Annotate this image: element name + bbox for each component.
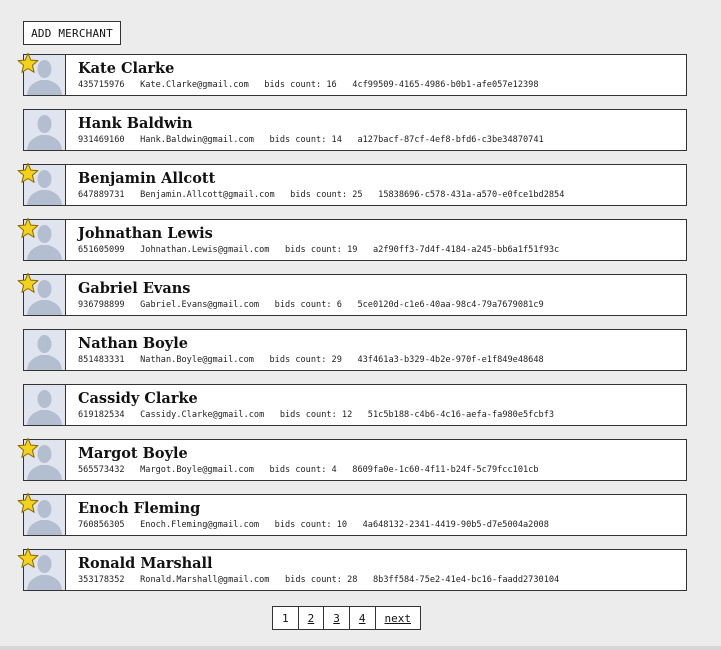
merchant-details: 619182534 Cassidy.Clarke@gmail.com bids … bbox=[78, 410, 554, 420]
merchant-phone: 760856305 bbox=[78, 520, 125, 530]
merchant-card[interactable]: Benjamin Allcott 647889731 Benjamin.Allc… bbox=[17, 162, 687, 206]
merchant-email: Kate.Clarke@gmail.com bbox=[140, 80, 249, 90]
merchant-bids-count: bids count: 12 bbox=[279, 410, 353, 420]
merchant-name: Benjamin Allcott bbox=[78, 170, 216, 187]
merchant-id: 43f461a3-b329-4b2e-970f-e1f849e48648 bbox=[357, 355, 544, 365]
page-4-link[interactable]: 4 bbox=[350, 607, 376, 629]
merchant-id: 8609fa0e-1c60-4f11-b24f-5c79fcc101cb bbox=[352, 465, 539, 475]
page-2-link[interactable]: 2 bbox=[299, 607, 325, 629]
merchant-phone: 619182534 bbox=[78, 410, 125, 420]
merchant-card[interactable]: Kate Clarke 435715976 Kate.Clarke@gmail.… bbox=[17, 52, 687, 96]
merchant-details: 851483331 Nathan.Boyle@gmail.com bids co… bbox=[78, 355, 544, 365]
merchant-details: 760856305 Enoch.Fleming@gmail.com bids c… bbox=[78, 520, 549, 530]
pagination: 1 2 3 4 next bbox=[272, 606, 421, 630]
merchant-card[interactable]: Cassidy Clarke 619182534 Cassidy.Clarke@… bbox=[23, 384, 687, 426]
merchant-phone: 647889731 bbox=[78, 190, 125, 200]
merchant-name: Enoch Fleming bbox=[78, 500, 201, 517]
avatar-placeholder-icon bbox=[24, 385, 66, 425]
merchant-name: Kate Clarke bbox=[78, 60, 175, 77]
merchant-email: Gabriel.Evans@gmail.com bbox=[140, 300, 260, 310]
merchant-card[interactable]: Hank Baldwin 931469160 Hank.Baldwin@gmai… bbox=[23, 109, 687, 151]
merchant-id: 15838696-c578-431a-a570-e0fce1bd2854 bbox=[378, 190, 565, 200]
merchant-details: 647889731 Benjamin.Allcott@gmail.com bid… bbox=[78, 190, 564, 200]
merchant-bids-count: bids count: 4 bbox=[269, 465, 337, 475]
merchant-email: Margot.Boyle@gmail.com bbox=[140, 465, 254, 475]
merchant-card[interactable]: Nathan Boyle 851483331 Nathan.Boyle@gmai… bbox=[23, 329, 687, 371]
favorite-star-icon bbox=[17, 492, 39, 514]
favorite-star-icon bbox=[17, 272, 39, 294]
merchant-id: 8b3ff584-75e2-41e4-bc16-faadd2730104 bbox=[372, 575, 560, 585]
merchant-phone: 851483331 bbox=[78, 355, 125, 365]
merchant-id: 51c5b188-c4b6-4c16-aefa-fa980e5fcbf3 bbox=[367, 410, 555, 420]
merchant-list: Kate Clarke 435715976 Kate.Clarke@gmail.… bbox=[17, 52, 687, 604]
page-1-link[interactable]: 1 bbox=[273, 607, 299, 629]
merchant-bids-count: bids count: 6 bbox=[274, 300, 342, 310]
merchant-email: Enoch.Fleming@gmail.com bbox=[140, 520, 260, 530]
merchant-email: Ronald.Marshall@gmail.com bbox=[140, 575, 270, 585]
merchant-phone: 435715976 bbox=[78, 80, 125, 90]
merchant-email: Cassidy.Clarke@gmail.com bbox=[140, 410, 265, 420]
page-3-link[interactable]: 3 bbox=[324, 607, 350, 629]
merchant-bids-count: bids count: 16 bbox=[264, 80, 337, 90]
merchant-details: 353178352 Ronald.Marshall@gmail.com bids… bbox=[78, 575, 559, 585]
merchant-name: Gabriel Evans bbox=[78, 280, 191, 297]
merchant-id: 5ce0120d-c1e6-40aa-98c4-79a7679081c9 bbox=[357, 300, 544, 310]
merchant-name: Johnathan Lewis bbox=[78, 225, 213, 242]
merchant-bids-count: bids count: 28 bbox=[285, 575, 358, 585]
favorite-star-icon bbox=[17, 437, 39, 459]
merchant-card[interactable]: Margot Boyle 565573432 Margot.Boyle@gmai… bbox=[17, 437, 687, 481]
merchant-name: Hank Baldwin bbox=[78, 115, 193, 132]
merchant-id: 4a648132-2341-4419-90b5-d7e5004a2008 bbox=[362, 520, 549, 530]
avatar-placeholder-icon bbox=[24, 110, 66, 150]
merchant-bids-count: bids count: 25 bbox=[290, 190, 363, 200]
add-merchant-button[interactable]: ADD MERCHANT bbox=[23, 21, 121, 45]
merchant-name: Cassidy Clarke bbox=[78, 390, 198, 407]
merchant-card[interactable]: Ronald Marshall 353178352 Ronald.Marshal… bbox=[17, 547, 687, 591]
merchant-email: Nathan.Boyle@gmail.com bbox=[140, 355, 254, 365]
merchant-details: 931469160 Hank.Baldwin@gmail.com bids co… bbox=[78, 135, 544, 145]
next-page-link[interactable]: next bbox=[376, 607, 421, 629]
merchant-phone: 353178352 bbox=[78, 575, 125, 585]
merchant-bids-count: bids count: 19 bbox=[285, 245, 358, 255]
merchant-phone: 565573432 bbox=[78, 465, 125, 475]
favorite-star-icon bbox=[17, 52, 39, 74]
merchant-id: 4cf99509-4165-4986-b0b1-afe057e12398 bbox=[352, 80, 539, 90]
merchant-card[interactable]: Enoch Fleming 760856305 Enoch.Fleming@gm… bbox=[17, 492, 687, 536]
merchant-bids-count: bids count: 10 bbox=[274, 520, 348, 530]
avatar-placeholder-icon bbox=[24, 330, 66, 370]
window-bottom-edge bbox=[0, 646, 721, 650]
merchant-details: 651605099 Johnathan.Lewis@gmail.com bids… bbox=[78, 245, 559, 255]
merchant-details: 936798899 Gabriel.Evans@gmail.com bids c… bbox=[78, 300, 544, 310]
merchant-email: Benjamin.Allcott@gmail.com bbox=[140, 190, 275, 200]
merchant-details: 565573432 Margot.Boyle@gmail.com bids co… bbox=[78, 465, 539, 475]
merchant-phone: 936798899 bbox=[78, 300, 125, 310]
merchant-details: 435715976 Kate.Clarke@gmail.com bids cou… bbox=[78, 80, 539, 90]
merchant-name: Margot Boyle bbox=[78, 445, 188, 462]
merchant-id: a127bacf-87cf-4ef8-bfd6-c3be34870741 bbox=[357, 135, 544, 145]
merchant-email: Hank.Baldwin@gmail.com bbox=[140, 135, 254, 145]
favorite-star-icon bbox=[17, 547, 39, 569]
merchant-email: Johnathan.Lewis@gmail.com bbox=[140, 245, 270, 255]
merchant-card[interactable]: Johnathan Lewis 651605099 Johnathan.Lewi… bbox=[17, 217, 687, 261]
merchant-name: Nathan Boyle bbox=[78, 335, 188, 352]
merchant-phone: 931469160 bbox=[78, 135, 125, 145]
merchant-name: Ronald Marshall bbox=[78, 555, 213, 572]
merchant-card[interactable]: Gabriel Evans 936798899 Gabriel.Evans@gm… bbox=[17, 272, 687, 316]
merchant-id: a2f90ff3-7d4f-4184-a245-bb6a1f51f93c bbox=[372, 245, 560, 255]
favorite-star-icon bbox=[17, 162, 39, 184]
merchant-phone: 651605099 bbox=[78, 245, 125, 255]
merchant-bids-count: bids count: 14 bbox=[269, 135, 342, 145]
merchant-bids-count: bids count: 29 bbox=[269, 355, 342, 365]
favorite-star-icon bbox=[17, 217, 39, 239]
